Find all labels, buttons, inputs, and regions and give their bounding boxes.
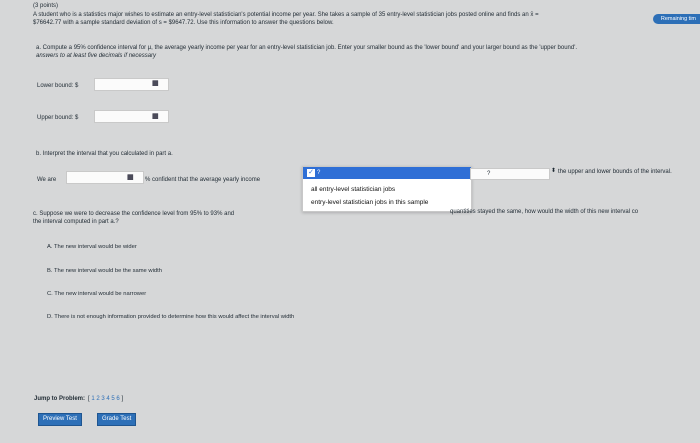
problem-link-2[interactable]: 2	[96, 396, 99, 402]
select-arrows-icon: ⬍	[551, 168, 557, 174]
test-page: (3 points) Remaining tim A student who i…	[0, 0, 700, 443]
part-c-text-end: quantities stayed the same, how would th…	[450, 209, 639, 215]
problem-link-4[interactable]: 4	[106, 396, 109, 402]
problem-link-3[interactable]: 3	[101, 396, 104, 402]
option-b[interactable]: B. The new interval would be the same wi…	[47, 268, 162, 275]
remaining-time-tab[interactable]: Remaining tim	[652, 14, 700, 24]
problem-text-line1: A student who is a statistics major wish…	[33, 12, 539, 18]
part-b-intro: b. Interpret the interval that you calcu…	[36, 151, 173, 157]
preview-test-button[interactable]: Preview Test	[38, 413, 82, 426]
dropdown-option-all-jobs[interactable]: all entry-level statistician jobs	[311, 186, 395, 194]
dropdown-selected-option[interactable]: ✓?	[303, 167, 471, 179]
part-c-text-line2: the interval computed in part a.?	[33, 219, 119, 225]
problem-link-5[interactable]: 5	[111, 396, 114, 402]
second-select[interactable]: ?	[470, 168, 550, 180]
lower-bound-label: Lower bound: $	[37, 83, 79, 89]
matrix-icon-confidence[interactable]: ▦	[121, 172, 139, 183]
population-dropdown[interactable]: ✓? all entry-level statistician jobs ent…	[302, 166, 472, 212]
option-d[interactable]: D. There is not enough information provi…	[47, 314, 294, 321]
problem-link-6[interactable]: 6	[116, 396, 119, 402]
problem-links: [ 1 2 3 4 5 6 ]	[88, 396, 124, 402]
part-a-decimals-note: answers to at least five decimals if nec…	[36, 53, 157, 59]
jump-to-problem-label: Jump to Problem:	[34, 396, 86, 402]
checkmark-icon: ✓	[307, 169, 315, 177]
grade-test-button[interactable]: Grade Test	[97, 413, 137, 426]
upper-bound-label: Upper bound: $	[37, 115, 79, 121]
dropdown-option-sample-jobs[interactable]: entry-level statistician jobs in this sa…	[311, 199, 428, 207]
problem-link-1[interactable]: 1	[91, 396, 94, 402]
problem-text-line2: $76642.77 with a sample standard deviati…	[33, 20, 334, 26]
matrix-icon[interactable]: ▦	[146, 78, 164, 89]
part-c-text-start: c. Suppose we were to decrease the confi…	[33, 211, 235, 217]
part-a-text: a. Compute a 95% confidence interval for…	[36, 45, 578, 51]
points-label: (3 points)	[33, 3, 59, 9]
bounds-tail-text: the upper and lower bounds of the interv…	[558, 169, 672, 175]
option-a[interactable]: A. The new interval would be wider	[47, 244, 137, 251]
we-are-text: We are	[37, 177, 57, 183]
matrix-icon-upper[interactable]: ▦	[146, 111, 164, 122]
option-c[interactable]: C. The new interval would be narrower	[47, 291, 146, 298]
confident-text: % confident that the average yearly inco…	[145, 177, 261, 183]
